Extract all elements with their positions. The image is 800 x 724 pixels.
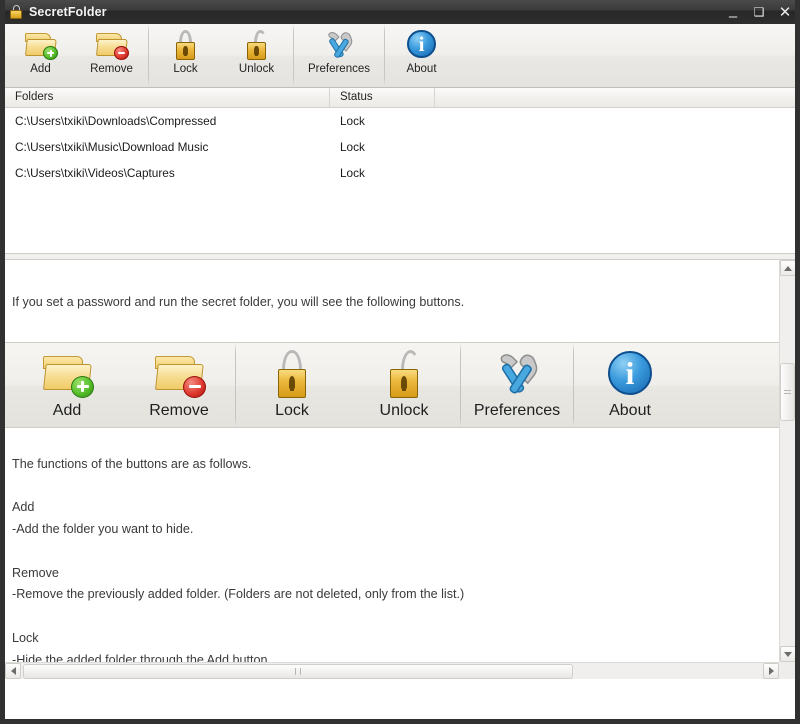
toolbar-label-about: About	[406, 63, 437, 75]
help-line: -Add the folder you want to hide.	[12, 521, 194, 536]
help-line: The functions of the buttons are as foll…	[12, 456, 252, 471]
toolbar-label-add: Add	[30, 63, 51, 75]
cell-status: Lock	[340, 114, 365, 128]
folder-add-icon	[24, 29, 59, 61]
folder-add-icon	[41, 349, 95, 399]
showcase-label-unlock: Unlock	[379, 401, 429, 419]
toolbar-separator	[384, 24, 385, 86]
help-document-content: If you set a password and run the secret…	[5, 260, 779, 679]
table-row[interactable]: C:\Users\txiki\Downloads\Compressed Lock	[5, 108, 795, 134]
cell-folder-path: C:\Users\txiki\Downloads\Compressed	[15, 114, 217, 128]
scroll-grip-icon	[784, 388, 791, 396]
showcase-button-add[interactable]: Add	[11, 343, 123, 427]
toolbar-button-remove[interactable]: Remove	[76, 24, 147, 87]
padlock-closed-icon	[173, 29, 199, 61]
scroll-grip-icon	[293, 668, 303, 675]
column-header-blank[interactable]	[435, 88, 795, 107]
cell-status: Lock	[340, 166, 365, 180]
folder-list: Folders Status C:\Users\txiki\Downloads\…	[5, 88, 795, 253]
help-line: -Remove the previously added folder. (Fo…	[12, 587, 465, 602]
column-header-status[interactable]: Status	[330, 88, 435, 107]
client-area: Add Remove Lock Unlock Preferences i Abo…	[5, 24, 795, 719]
hammer-wrench-icon	[322, 29, 356, 61]
toolbar-separator	[293, 24, 294, 86]
help-body-text: The functions of the buttons are as foll…	[5, 428, 779, 672]
toolbar-button-add[interactable]: Add	[5, 24, 76, 87]
toolbar-button-unlock[interactable]: Unlock	[221, 24, 292, 87]
cell-folder-path: C:\Users\txiki\Music\Download Music	[15, 140, 209, 154]
toolbar-separator	[148, 24, 149, 86]
close-button[interactable]: ✕	[778, 5, 792, 20]
scroll-down-button[interactable]	[780, 646, 795, 662]
showcase-label-add: Add	[52, 401, 82, 419]
info-circle-icon: i	[605, 349, 655, 399]
help-line	[5, 606, 779, 628]
chevron-left-icon	[10, 667, 16, 675]
folder-list-header: Folders Status	[5, 88, 795, 108]
horizontal-scroll-thumb[interactable]	[23, 664, 573, 679]
folder-remove-icon	[95, 29, 130, 61]
scroll-up-button[interactable]	[780, 260, 795, 276]
maximize-button[interactable]: ❑	[752, 6, 766, 18]
app-padlock-icon	[10, 5, 22, 19]
cell-folder-path: C:\Users\txiki\Videos\Captures	[15, 166, 175, 180]
cell-status: Lock	[340, 140, 365, 154]
vertical-scrollbar[interactable]	[779, 260, 795, 679]
vertical-scroll-thumb[interactable]	[780, 363, 795, 421]
main-toolbar: Add Remove Lock Unlock Preferences i Abo…	[5, 24, 795, 88]
title-bar: SecretFolder – ❑ ✕	[5, 0, 795, 24]
showcase-label-lock: Lock	[275, 401, 309, 419]
help-line	[5, 541, 779, 563]
folder-remove-icon	[153, 349, 207, 399]
help-line	[5, 475, 779, 497]
help-line: Add	[12, 500, 35, 515]
window-controls: – ❑ ✕	[726, 0, 792, 24]
showcase-button-lock[interactable]: Lock	[236, 343, 348, 427]
scroll-left-button[interactable]	[5, 663, 21, 679]
hammer-wrench-icon	[491, 349, 543, 399]
padlock-open-icon	[384, 349, 424, 399]
showcase-button-preferences[interactable]: Preferences	[461, 343, 573, 427]
help-line: Remove	[12, 565, 59, 580]
showcase-label-about: About	[609, 401, 651, 419]
toolbar-label-lock: Lock	[173, 63, 198, 75]
showcase-label-remove: Remove	[149, 401, 209, 419]
toolbar-button-about[interactable]: i About	[386, 24, 457, 87]
application-window: SecretFolder – ❑ ✕ Add Remove Lock Unloc…	[0, 0, 800, 724]
folder-list-body: C:\Users\txiki\Downloads\Compressed Lock…	[5, 108, 795, 253]
info-circle-icon: i	[406, 29, 438, 61]
chevron-up-icon	[784, 265, 792, 271]
scrollbar-corner	[779, 662, 795, 679]
help-document-pane: If you set a password and run the secret…	[5, 260, 795, 679]
showcase-toolbar: Add Remove Lock Unlock Preferences i Abo…	[5, 341, 779, 428]
help-line: Lock	[12, 630, 39, 645]
toolbar-label-unlock: Unlock	[238, 63, 275, 75]
table-row[interactable]: C:\Users\txiki\Videos\Captures Lock	[5, 160, 795, 186]
padlock-open-icon	[244, 29, 270, 61]
padlock-closed-icon	[272, 349, 312, 399]
pane-splitter[interactable]	[5, 253, 795, 260]
showcase-button-about[interactable]: i About	[574, 343, 686, 427]
toolbar-button-lock[interactable]: Lock	[150, 24, 221, 87]
help-intro-text: If you set a password and run the secret…	[12, 295, 465, 309]
window-title: SecretFolder	[29, 5, 107, 19]
table-row[interactable]: C:\Users\txiki\Music\Download Music Lock	[5, 134, 795, 160]
chevron-down-icon	[784, 651, 792, 657]
minimize-button[interactable]: –	[726, 9, 740, 24]
toolbar-label-remove: Remove	[90, 63, 133, 75]
scroll-right-button[interactable]	[763, 663, 779, 679]
showcase-button-remove[interactable]: Remove	[123, 343, 235, 427]
showcase-label-preferences: Preferences	[473, 401, 561, 419]
showcase-button-unlock[interactable]: Unlock	[348, 343, 460, 427]
column-header-folders[interactable]: Folders	[5, 88, 330, 107]
toolbar-button-preferences[interactable]: Preferences	[295, 24, 383, 87]
horizontal-scrollbar[interactable]	[5, 662, 779, 679]
chevron-right-icon	[768, 667, 774, 675]
toolbar-label-preferences: Preferences	[307, 63, 370, 75]
